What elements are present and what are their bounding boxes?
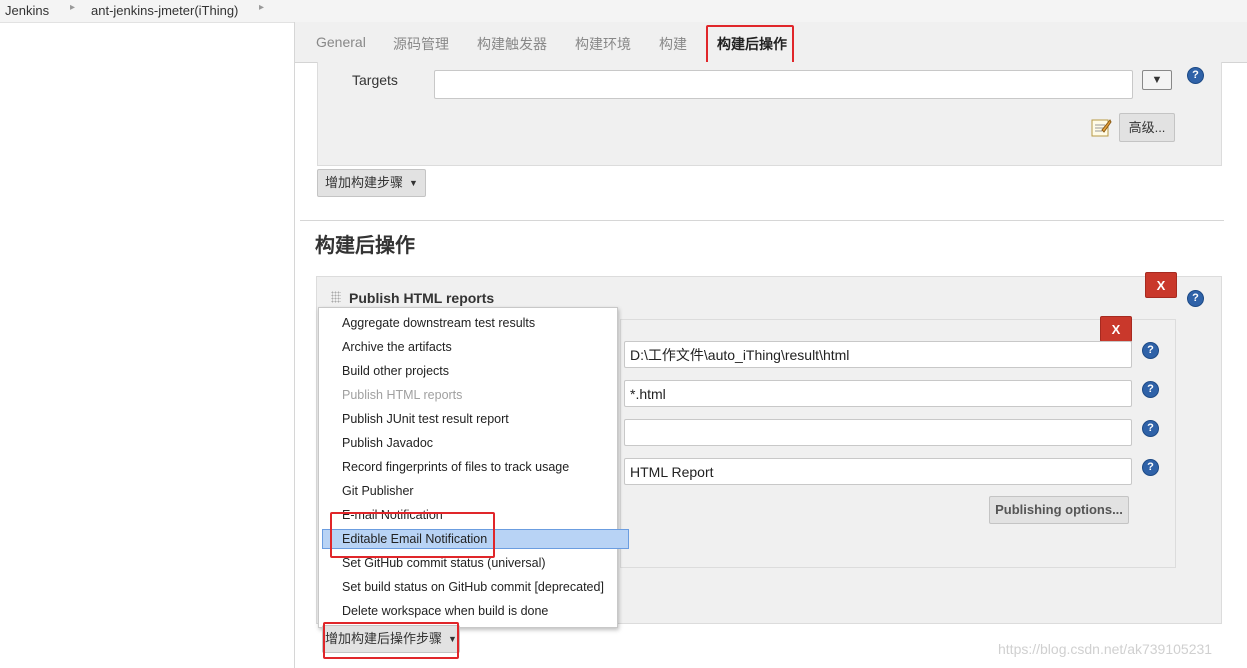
publish-html-title: Publish HTML reports	[349, 290, 495, 306]
breadcrumb: Jenkins ▸ ant-jenkins-jmeter(iThing) ▸	[0, 0, 1247, 23]
tab-general[interactable]: General	[316, 34, 366, 50]
menu-highlight-outline	[330, 512, 495, 558]
menu-item-archive-artifacts[interactable]: Archive the artifacts	[342, 340, 452, 354]
notepad-icon	[1090, 116, 1112, 138]
add-build-step-label: 增加构建步骤	[325, 175, 404, 190]
content-divider	[294, 22, 295, 668]
report-title-input[interactable]	[624, 458, 1132, 485]
post-build-step-menu: Aggregate downstream test results Archiv…	[318, 307, 629, 628]
add-build-step-button[interactable]: 增加构建步骤 ▼	[317, 169, 426, 197]
help-icon[interactable]: ?	[1187, 290, 1204, 307]
menu-item-build-other-projects[interactable]: Build other projects	[342, 364, 449, 378]
help-icon[interactable]: ?	[1142, 420, 1159, 437]
section-divider	[300, 220, 1224, 221]
delete-report-button[interactable]: X	[1100, 316, 1132, 342]
help-icon[interactable]: ?	[1142, 459, 1159, 476]
advanced-button[interactable]: 高级...	[1119, 113, 1175, 142]
index-pages-input[interactable]	[624, 380, 1132, 407]
tab-scm[interactable]: 源码管理	[393, 34, 449, 54]
menu-item-aggregate-downstream[interactable]: Aggregate downstream test results	[342, 316, 535, 330]
menu-item-delete-workspace[interactable]: Delete workspace when build is done	[342, 604, 548, 618]
menu-item-publish-html: Publish HTML reports	[342, 388, 463, 402]
menu-item-github-build-status[interactable]: Set build status on GitHub commit [depre…	[342, 580, 604, 594]
tab-build[interactable]: 构建	[659, 34, 687, 54]
post-build-title: 构建后操作	[315, 235, 415, 257]
targets-expand-button[interactable]: ▼	[1142, 70, 1172, 90]
tab-build-env[interactable]: 构建环境	[575, 34, 631, 54]
help-icon[interactable]: ?	[1142, 381, 1159, 398]
index-titles-input[interactable]	[624, 419, 1132, 446]
menu-item-publish-javadoc[interactable]: Publish Javadoc	[342, 436, 433, 450]
publishing-options-button[interactable]: Publishing options...	[989, 496, 1129, 524]
watermark: https://blog.csdn.net/ak739105231	[998, 641, 1213, 657]
help-icon[interactable]: ?	[1187, 67, 1204, 84]
menu-item-github-commit-status[interactable]: Set GitHub commit status (universal)	[342, 556, 546, 570]
drag-handle-icon[interactable]	[331, 291, 341, 303]
chevron-right-icon[interactable]: ▸	[259, 2, 264, 13]
menu-item-git-publisher[interactable]: Git Publisher	[342, 484, 414, 498]
report-dir-input[interactable]	[624, 341, 1132, 368]
chevron-right-icon[interactable]: ▸	[70, 2, 75, 13]
targets-label: Targets	[352, 72, 398, 88]
help-icon[interactable]: ?	[1142, 342, 1159, 359]
tab-triggers[interactable]: 构建触发器	[477, 34, 547, 54]
menu-item-publish-junit[interactable]: Publish JUnit test result report	[342, 412, 509, 426]
menu-item-record-fingerprints[interactable]: Record fingerprints of files to track us…	[342, 460, 569, 474]
caret-down-icon: ▼	[409, 178, 418, 188]
delete-publish-html-button[interactable]: X	[1145, 272, 1177, 298]
breadcrumb-project[interactable]: ant-jenkins-jmeter(iThing)	[91, 3, 238, 18]
add-step-highlight-outline	[323, 622, 459, 659]
breadcrumb-jenkins[interactable]: Jenkins	[5, 3, 49, 18]
targets-input[interactable]	[434, 70, 1133, 99]
